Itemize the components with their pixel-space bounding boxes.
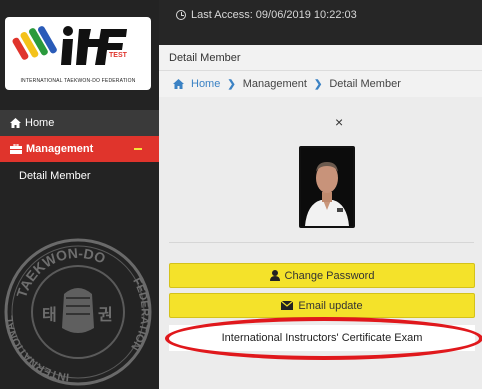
user-icon bbox=[269, 270, 280, 281]
sidebar: TEST INTERNATIONAL TAEKWON-DO FEDERATION… bbox=[0, 0, 166, 389]
breadcrumb-home-link[interactable]: Home bbox=[191, 78, 220, 90]
clock-icon bbox=[176, 10, 186, 20]
chevron-right-icon: ❯ bbox=[227, 78, 236, 90]
home-icon bbox=[10, 118, 21, 128]
emblem-top-text: TAEKWON-DO bbox=[13, 245, 108, 300]
logo-tag: TEST bbox=[109, 52, 128, 59]
home-icon bbox=[173, 79, 184, 89]
page-header: Detail Member bbox=[159, 45, 482, 71]
divider bbox=[169, 242, 474, 243]
emblem-char-right: 권 bbox=[98, 305, 113, 324]
exam-link[interactable]: International Instructors' Certificate E… bbox=[169, 325, 475, 351]
breadcrumb-management[interactable]: Management bbox=[243, 78, 307, 90]
page-title: Detail Member bbox=[169, 51, 241, 64]
sidebar-subitem-label: Detail Member bbox=[19, 170, 91, 182]
emblem-char-left: 태 bbox=[42, 305, 57, 324]
logo-caption: INTERNATIONAL TAEKWON-DO FEDERATION bbox=[20, 78, 136, 84]
chevron-right-icon: ❯ bbox=[313, 78, 323, 90]
sidebar-nav: Home Management Detail Member bbox=[0, 110, 166, 190]
sidebar-subitem-detail-member[interactable]: Detail Member bbox=[0, 162, 159, 190]
sidebar-item-management[interactable]: Management bbox=[0, 136, 166, 162]
exam-label: International Instructors' Certificate E… bbox=[221, 332, 423, 344]
itf-logo-graphic: TEST bbox=[12, 26, 128, 65]
sidebar-item-label: Management bbox=[26, 143, 94, 155]
sidebar-item-home[interactable]: Home bbox=[0, 110, 159, 136]
close-icon[interactable]: × bbox=[335, 114, 343, 130]
itf-logo[interactable]: TEST INTERNATIONAL TAEKWON-DO FEDERATION bbox=[5, 17, 151, 90]
breadcrumb: Home ❯ Management ❯ Detail Member bbox=[159, 71, 482, 97]
email-update-button[interactable]: Email update bbox=[169, 293, 475, 318]
collapse-icon[interactable] bbox=[134, 148, 142, 150]
email-update-label: Email update bbox=[298, 299, 363, 312]
change-password-button[interactable]: Change Password bbox=[169, 263, 475, 288]
briefcase-icon bbox=[10, 144, 22, 154]
member-portrait-image bbox=[301, 148, 353, 226]
member-photo bbox=[299, 146, 355, 228]
top-bar: Last Access: 09/06/2019 10:22:03 bbox=[159, 0, 482, 45]
breadcrumb-current: Detail Member bbox=[329, 78, 401, 90]
svg-text:TAEKWON-DO: TAEKWON-DO bbox=[13, 245, 108, 300]
envelope-icon bbox=[281, 301, 294, 310]
sidebar-item-label: Home bbox=[25, 117, 55, 129]
content-panel: × Change Password Email update Internati… bbox=[159, 97, 482, 389]
itf-emblem-logo: TAEKWON-DO INTERNATIONAL FEDERATION 태 권 bbox=[3, 238, 152, 386]
change-password-label: Change Password bbox=[284, 269, 375, 282]
last-access-text: Last Access: 09/06/2019 10:22:03 bbox=[191, 9, 357, 21]
